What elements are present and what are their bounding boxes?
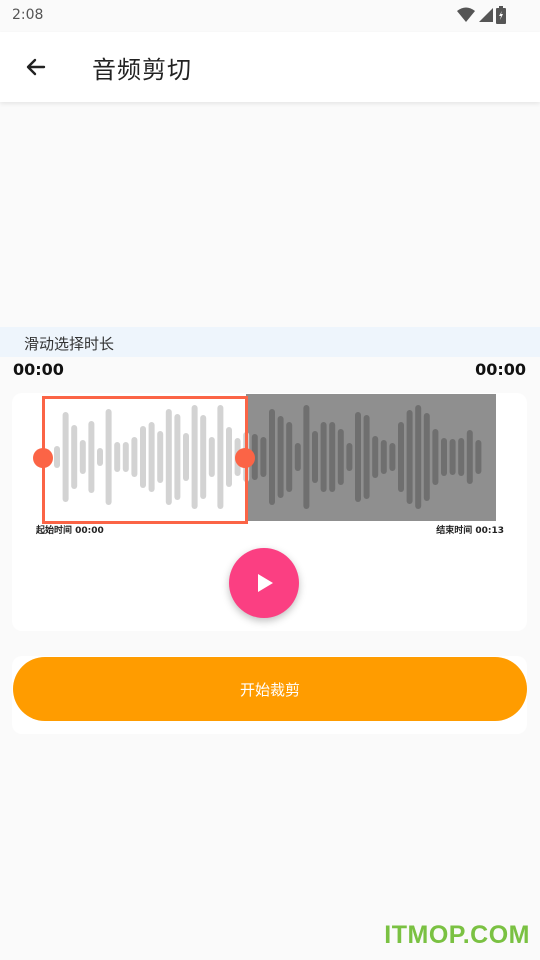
back-button[interactable]	[18, 49, 54, 85]
waveform-bar	[458, 438, 465, 476]
waveform-bar	[432, 429, 439, 485]
waveform-bar	[269, 409, 275, 505]
waveform-bar	[466, 430, 473, 484]
waveform-bar	[303, 405, 310, 509]
waveform-bar	[380, 440, 387, 474]
app-bar: 音频剪切	[0, 32, 540, 102]
play-icon	[258, 574, 273, 592]
battery-icon	[496, 6, 506, 24]
arrow-left-icon	[26, 58, 46, 76]
selection-start-handle[interactable]	[33, 448, 53, 468]
waveform-bar	[260, 437, 267, 477]
play-button[interactable]	[229, 548, 299, 618]
waveform-bar	[475, 440, 482, 474]
waveform-bar	[277, 416, 284, 498]
waveform-bar	[406, 410, 413, 504]
waveform-bar	[441, 438, 447, 476]
waveform-bar	[312, 431, 318, 483]
timeline-start-time: 00:00	[13, 360, 64, 379]
selection-end-handle[interactable]	[235, 448, 255, 468]
watermark: ITMOP.COM	[384, 921, 530, 949]
waveform-bar	[320, 422, 327, 492]
waveform-bar	[346, 443, 353, 471]
waveform-bar	[329, 422, 336, 492]
status-time: 2:08	[12, 7, 44, 23]
waveform-bar	[415, 405, 422, 509]
waveform-bar	[449, 439, 456, 475]
end-time-label: 结束时间 00:13	[436, 526, 504, 536]
status-bar: 2:08	[0, 0, 540, 32]
selection-range[interactable]	[42, 396, 248, 524]
section-label: 滑动选择时长	[24, 335, 115, 353]
section-header: 滑动选择时长	[0, 327, 540, 357]
timeline-end-time: 00:00	[475, 360, 526, 379]
waveform-bar	[398, 422, 404, 492]
start-time-label: 起始时间 00:00	[36, 526, 104, 536]
waveform-bar	[363, 415, 370, 499]
waveform-bar	[294, 443, 301, 471]
wifi-icon	[457, 7, 475, 22]
page-title: 音频剪切	[92, 56, 192, 84]
waveform-bar	[337, 429, 344, 485]
status-icons	[457, 6, 506, 24]
waveform-bar	[423, 413, 430, 501]
start-cut-button[interactable]: 开始裁剪	[13, 657, 527, 721]
waveform-bar	[355, 412, 361, 502]
waveform-bar	[286, 422, 293, 492]
signal-icon	[479, 8, 493, 22]
waveform-bar	[372, 436, 379, 478]
waveform-bar	[389, 443, 396, 471]
